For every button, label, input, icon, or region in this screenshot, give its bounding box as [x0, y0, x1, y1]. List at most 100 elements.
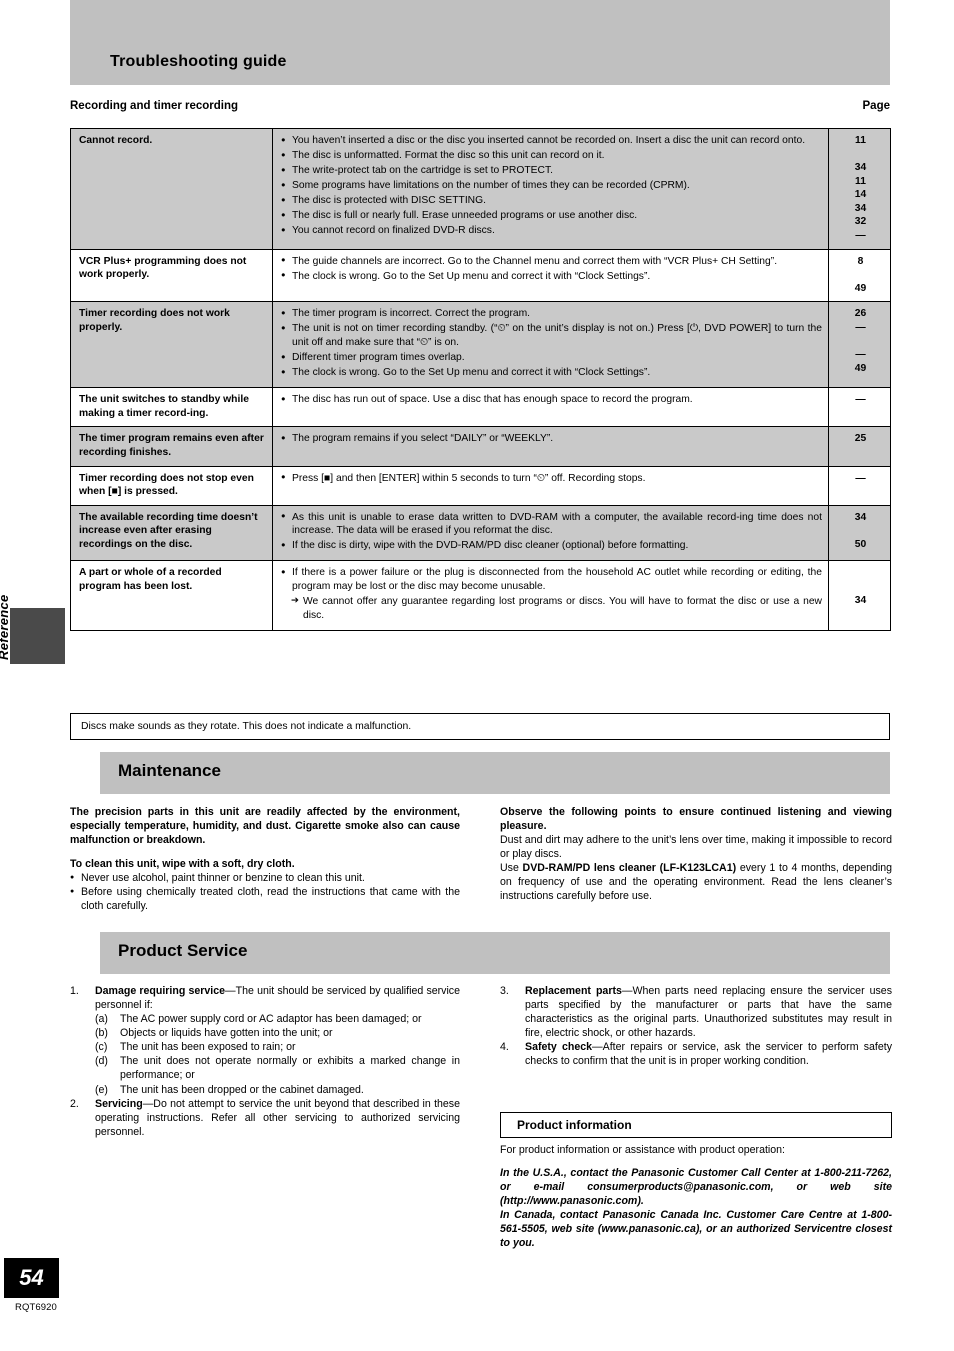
- solution-cell: You haven’t inserted a disc or the disc …: [272, 128, 829, 250]
- note-box: Discs make sounds as they rotate. This d…: [70, 713, 890, 740]
- item-term: Safety check: [525, 1041, 593, 1054]
- page-ref: 34: [854, 594, 867, 606]
- page-ref: 8: [857, 255, 864, 267]
- product-service-item: 3. Replacement parts—When parts need repl…: [500, 984, 892, 1040]
- list-item: Press [■] and then [ENTER] within 5 seco…: [281, 471, 822, 486]
- page-ref: 14: [854, 189, 867, 201]
- list-item: The program remains if you select “DAILY…: [281, 432, 822, 446]
- subitem-text: The unit has been dropped or the cabinet…: [120, 1083, 364, 1096]
- list-item: The clock is wrong. Go to the Set Up men…: [281, 366, 822, 380]
- product-service-list-right: 3. Replacement parts—When parts need repl…: [500, 984, 892, 1068]
- page-title: Troubleshooting guide: [110, 53, 287, 70]
- list-item: If the disc is dirty, wipe with the DVD-…: [281, 539, 822, 553]
- list-item: The guide channels are incorrect. Go to …: [281, 254, 822, 269]
- product-service-item: 4. Safety check—After repairs or service,…: [500, 1040, 892, 1068]
- item-term: Damage requiring service: [95, 985, 226, 997]
- chapter-tab-marker: [10, 608, 65, 664]
- page-ref: 34: [854, 202, 867, 214]
- page-column-header: Page: [862, 100, 891, 112]
- item-term: Servicing: [95, 1097, 143, 1110]
- product-service-heading: Product Service: [118, 941, 248, 960]
- page-ref-cell: 11 34 11 14 34 32—: [828, 128, 891, 250]
- product-service-subitem: (a) The AC power supply cord or AC adapto…: [95, 1012, 460, 1026]
- list-item: Never use alcohol, paint thinner or benz…: [70, 871, 460, 885]
- item-number: 3.: [500, 985, 509, 997]
- subitem-label: (e): [95, 1083, 108, 1096]
- product-information-intro: For product information or assistance wi…: [500, 1144, 785, 1156]
- subitem-text: The unit has been exposed to rain; or: [120, 1041, 296, 1054]
- solution-cell: The program remains if you select “DAILY…: [272, 426, 829, 467]
- symptom-cell: The available recording time doesn’t inc…: [70, 504, 273, 562]
- symptom-cell: VCR Plus+ programming does not work prop…: [70, 248, 273, 303]
- item-term: Replacement parts: [525, 985, 622, 997]
- page-ref: —: [855, 472, 866, 484]
- lens-cleaner-model: DVD-RAM/PD lens cleaner (LF-K123LCA1): [522, 862, 737, 875]
- lens-cleaner-pre: Use: [500, 862, 523, 875]
- maintenance-clean-heading: To clean this unit, wipe with a soft, dr…: [70, 858, 295, 871]
- product-service-subitem: (c) The unit has been exposed to rain; or: [95, 1040, 460, 1054]
- section-header-row: Recording and timer recording Page: [70, 100, 890, 112]
- item-number: 2.: [70, 1097, 79, 1110]
- list-item: You haven’t inserted a disc or the disc …: [281, 134, 822, 148]
- product-information-title: Product information: [517, 1118, 632, 1132]
- page-ref-cell: 8 49: [828, 248, 891, 303]
- list-item: As this unit is unable to erase data wri…: [281, 510, 822, 538]
- page-ref: 11: [855, 135, 866, 146]
- page-ref-cell: 34 50: [828, 504, 891, 562]
- maintenance-bullet-list: Never use alcohol, paint thinner or benz…: [70, 871, 460, 913]
- product-service-list-left: 1. Damage requiring service—The unit shou…: [70, 984, 460, 1139]
- subitem-label: (c): [95, 1041, 108, 1054]
- maintenance-observe-heading: Observe the following points to ensure c…: [500, 806, 892, 833]
- symptom-cell: The timer program remains even after rec…: [70, 426, 273, 467]
- page-ref-cell: —: [828, 465, 891, 506]
- note-text: Discs make sounds as they rotate. This d…: [81, 721, 412, 732]
- product-information-canada: In Canada, contact Panasonic Canada Inc.…: [500, 1209, 892, 1250]
- list-item: Before using chemically treated cloth, r…: [70, 885, 460, 913]
- maintenance-right-column: Observe the following points to ensure c…: [500, 805, 892, 904]
- page-ref-cell: 25: [828, 426, 891, 467]
- product-information-usa: In the U.S.A., contact the Panasonic Cus…: [500, 1167, 892, 1208]
- solution-cell: If there is a power failure or the plug …: [272, 560, 829, 631]
- symptom-cell: Cannot record.: [70, 128, 273, 250]
- page-ref: 34: [854, 511, 867, 523]
- table-row: VCR Plus+ programming does not work prop…: [70, 248, 891, 303]
- chapter-side-label: Reference: [0, 594, 11, 660]
- page-ref: —: [855, 321, 866, 333]
- item-number: 1.: [70, 985, 79, 997]
- page-ref: —: [855, 349, 866, 361]
- maintenance-lens-cleaner-paragraph: Use DVD-RAM/PD lens cleaner (LF-K123LCA1…: [500, 861, 892, 903]
- page-ref: 25: [854, 433, 867, 445]
- list-item: You cannot record on finalized DVD-R dis…: [281, 224, 822, 238]
- list-item: The disc is unformatted. Format the disc…: [281, 149, 822, 163]
- subitem-text: The AC power supply cord or AC adaptor h…: [120, 1013, 422, 1026]
- subitem-text: The unit does not operate normally or ex…: [120, 1055, 460, 1082]
- document-code: RQT6920: [15, 1302, 57, 1313]
- troubleshooting-table: Cannot record. You haven’t inserted a dis…: [70, 128, 891, 631]
- page-ref-cell: 26— —49: [828, 301, 891, 389]
- symptom-cell: Timer recording does not work properly.: [70, 301, 273, 389]
- solution-cell: The timer program is incorrect. Correct …: [272, 301, 829, 389]
- section-label: Recording and timer recording: [70, 100, 239, 112]
- list-item: We cannot offer any guarantee regarding …: [281, 595, 822, 622]
- maintenance-intro-paragraph: The precision parts in this unit are rea…: [70, 806, 460, 847]
- list-item: The disc is full or nearly full. Erase u…: [281, 209, 822, 223]
- table-row: Timer recording does not stop even when …: [70, 465, 891, 506]
- page-ref: [837, 566, 884, 580]
- solution-cell: As this unit is unable to erase data wri…: [272, 504, 829, 562]
- symptom-cell: The unit switches to standby while makin…: [70, 387, 273, 428]
- list-item: The disc has run out of space. Use a dis…: [281, 393, 822, 407]
- product-service-subitem: (b) Objects or liquids have gotten into t…: [95, 1026, 460, 1040]
- maintenance-dust-paragraph: Dust and dirt may adhere to the unit’s l…: [500, 834, 892, 861]
- list-item: The disc is protected with DISC SETTING.: [281, 194, 822, 208]
- page-number: 54: [4, 1258, 59, 1298]
- page-ref-cell: 34: [828, 560, 891, 631]
- solution-cell: Press [■] and then [ENTER] within 5 seco…: [272, 465, 829, 506]
- subitem-label: (d): [95, 1055, 108, 1068]
- solution-cell: The disc has run out of space. Use a dis…: [272, 387, 829, 428]
- list-item: Some programs have limitations on the nu…: [281, 179, 822, 193]
- product-service-subitem: (d) The unit does not operate normally or…: [95, 1054, 460, 1082]
- list-item: The write-protect tab on the cartridge i…: [281, 164, 822, 178]
- page-ref-cell: —: [828, 387, 891, 428]
- symptom-cell: A part or whole of a recorded program ha…: [70, 560, 273, 631]
- list-item: The timer program is incorrect. Correct …: [281, 307, 822, 321]
